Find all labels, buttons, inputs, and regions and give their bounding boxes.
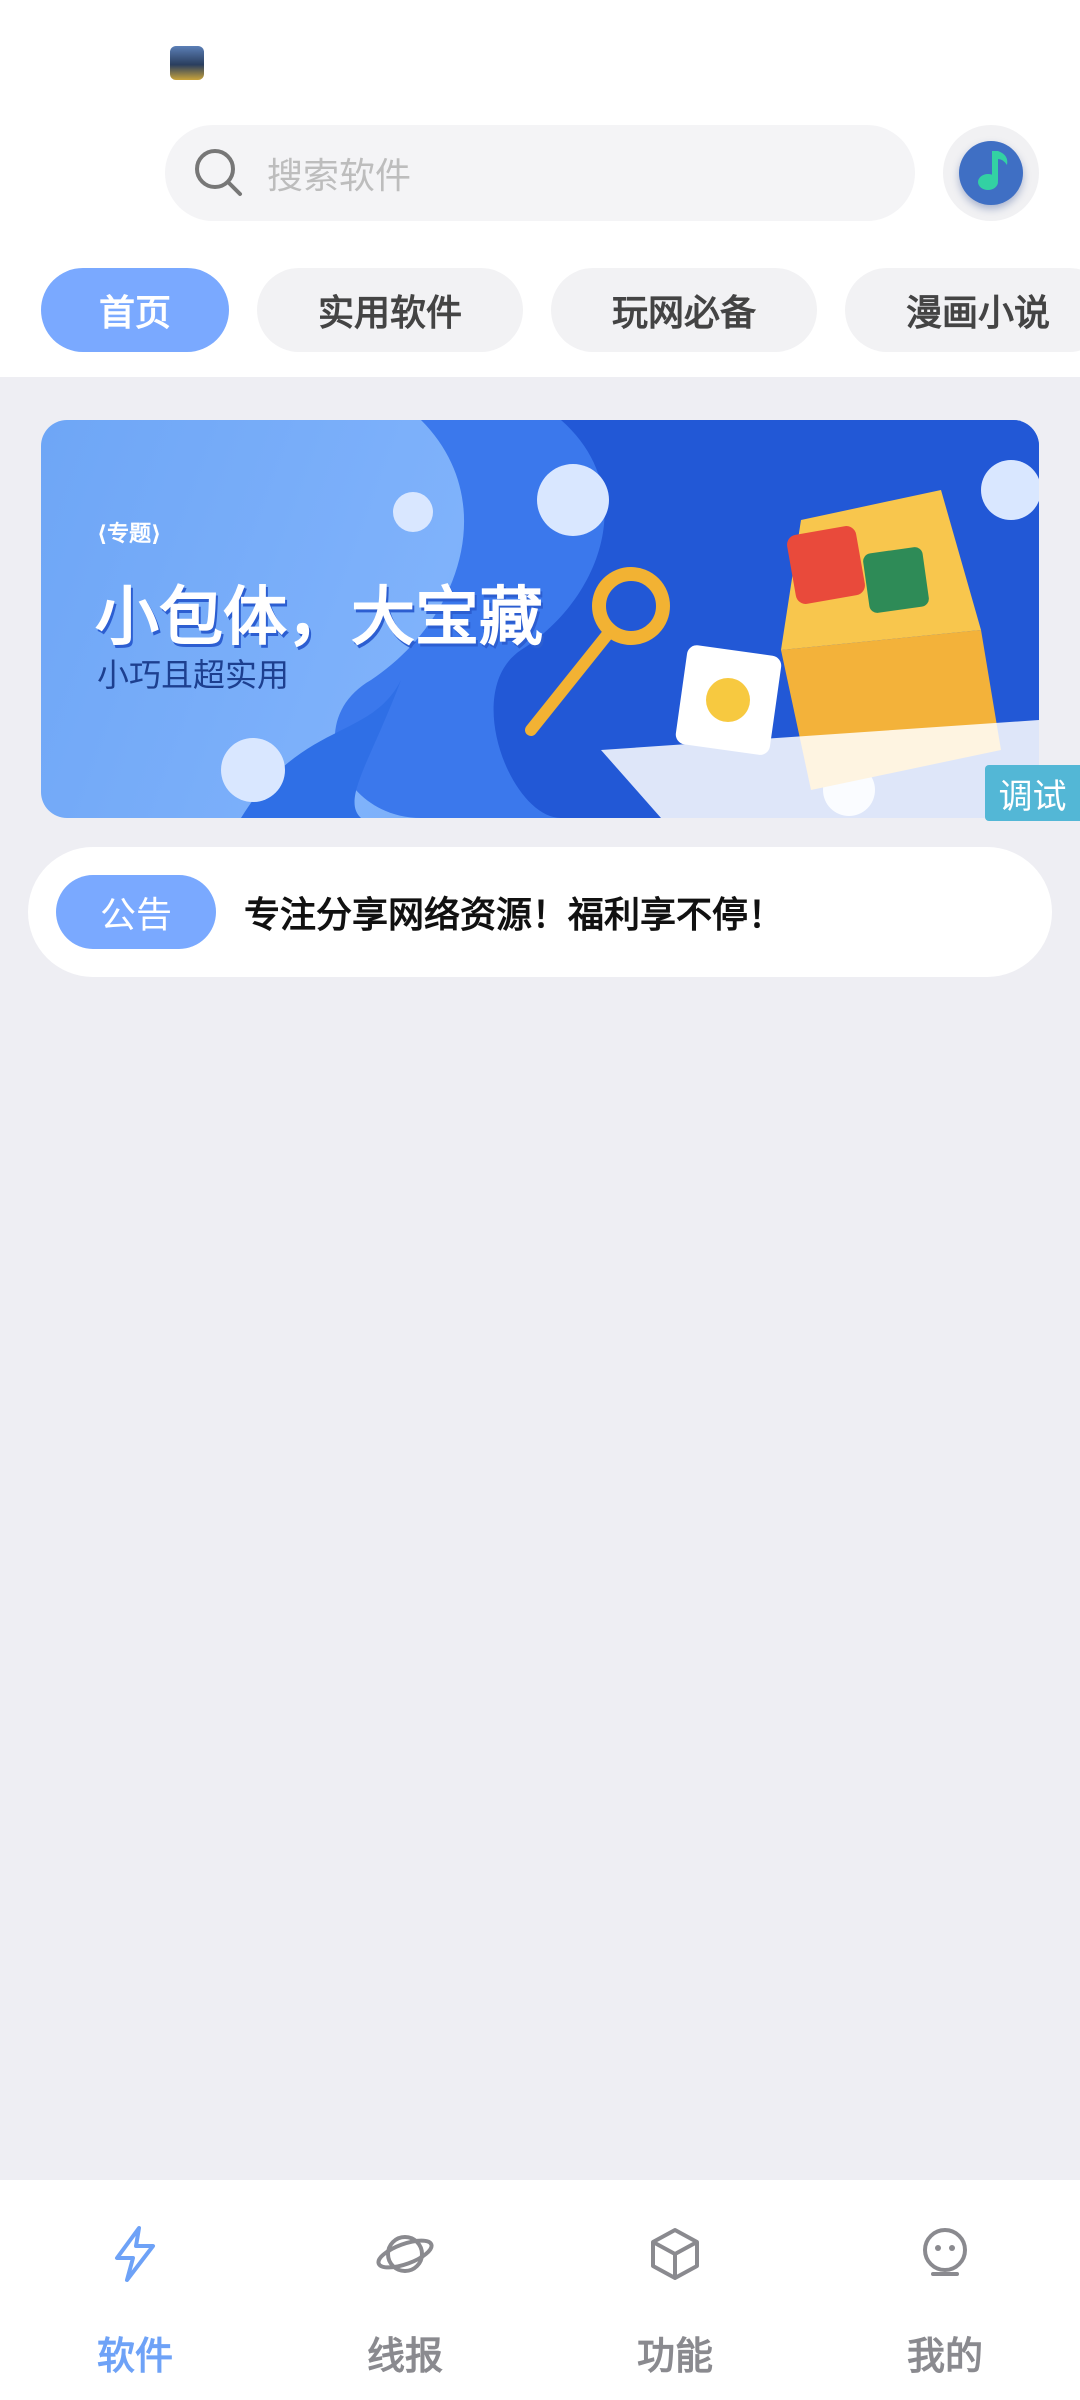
banner-tag: ⟨专题⟩: [97, 516, 161, 548]
nav-software-label: 软件: [96, 2334, 173, 2378]
nav-news[interactable]: 线报: [270, 2180, 540, 2400]
music-avatar-button[interactable]: [943, 125, 1039, 221]
category-tabs: 首页 实用软件 玩网必备 漫画小说: [0, 268, 1080, 352]
planet-icon: [376, 2235, 434, 2273]
tab-utility-software[interactable]: 实用软件: [257, 268, 523, 352]
nav-features[interactable]: 功能: [540, 2180, 810, 2400]
tag-bracket-right: ⟩: [151, 522, 162, 547]
bottom-nav: 软件 线报 功能 我的: [0, 2180, 1080, 2400]
search-bar[interactable]: 搜索软件: [165, 125, 915, 221]
tag-bracket-left: ⟨: [97, 522, 108, 547]
avatar: [959, 141, 1023, 205]
nav-mine-label: 我的: [906, 2334, 983, 2378]
search-placeholder: 搜索软件: [267, 156, 412, 197]
promo-banner[interactable]: ⟨专题⟩ 小包体，大宝藏 小巧且超实用: [41, 420, 1039, 818]
tab-home[interactable]: 首页: [41, 268, 229, 352]
nav-news-label: 线报: [366, 2334, 443, 2378]
nav-mine[interactable]: 我的: [810, 2180, 1080, 2400]
banner-title: 小包体，大宝藏: [95, 581, 543, 655]
announcement-bar[interactable]: 公告 专注分享网络资源！福利享不停！: [28, 847, 1052, 977]
banner-tag-text: 专题: [107, 522, 152, 547]
lightning-icon: [115, 2226, 155, 2282]
announcement-badge: 公告: [56, 875, 216, 949]
nav-software[interactable]: 软件: [0, 2180, 270, 2400]
status-area: [0, 0, 1080, 110]
tab-comics-novels[interactable]: 漫画小说: [845, 268, 1080, 352]
robot-face-icon: [923, 2228, 967, 2276]
announcement-text: 专注分享网络资源！福利享不停！: [244, 895, 785, 936]
nav-features-label: 功能: [636, 2334, 713, 2378]
tab-internet-essentials[interactable]: 玩网必备: [551, 268, 817, 352]
app-notification-icon: [170, 46, 204, 80]
debug-tag[interactable]: 调试: [985, 765, 1080, 821]
cube-icon: [651, 2228, 699, 2280]
music-note-icon: [978, 151, 1008, 190]
banner-subtitle: 小巧且超实用: [97, 656, 290, 694]
search-icon: [195, 149, 242, 196]
